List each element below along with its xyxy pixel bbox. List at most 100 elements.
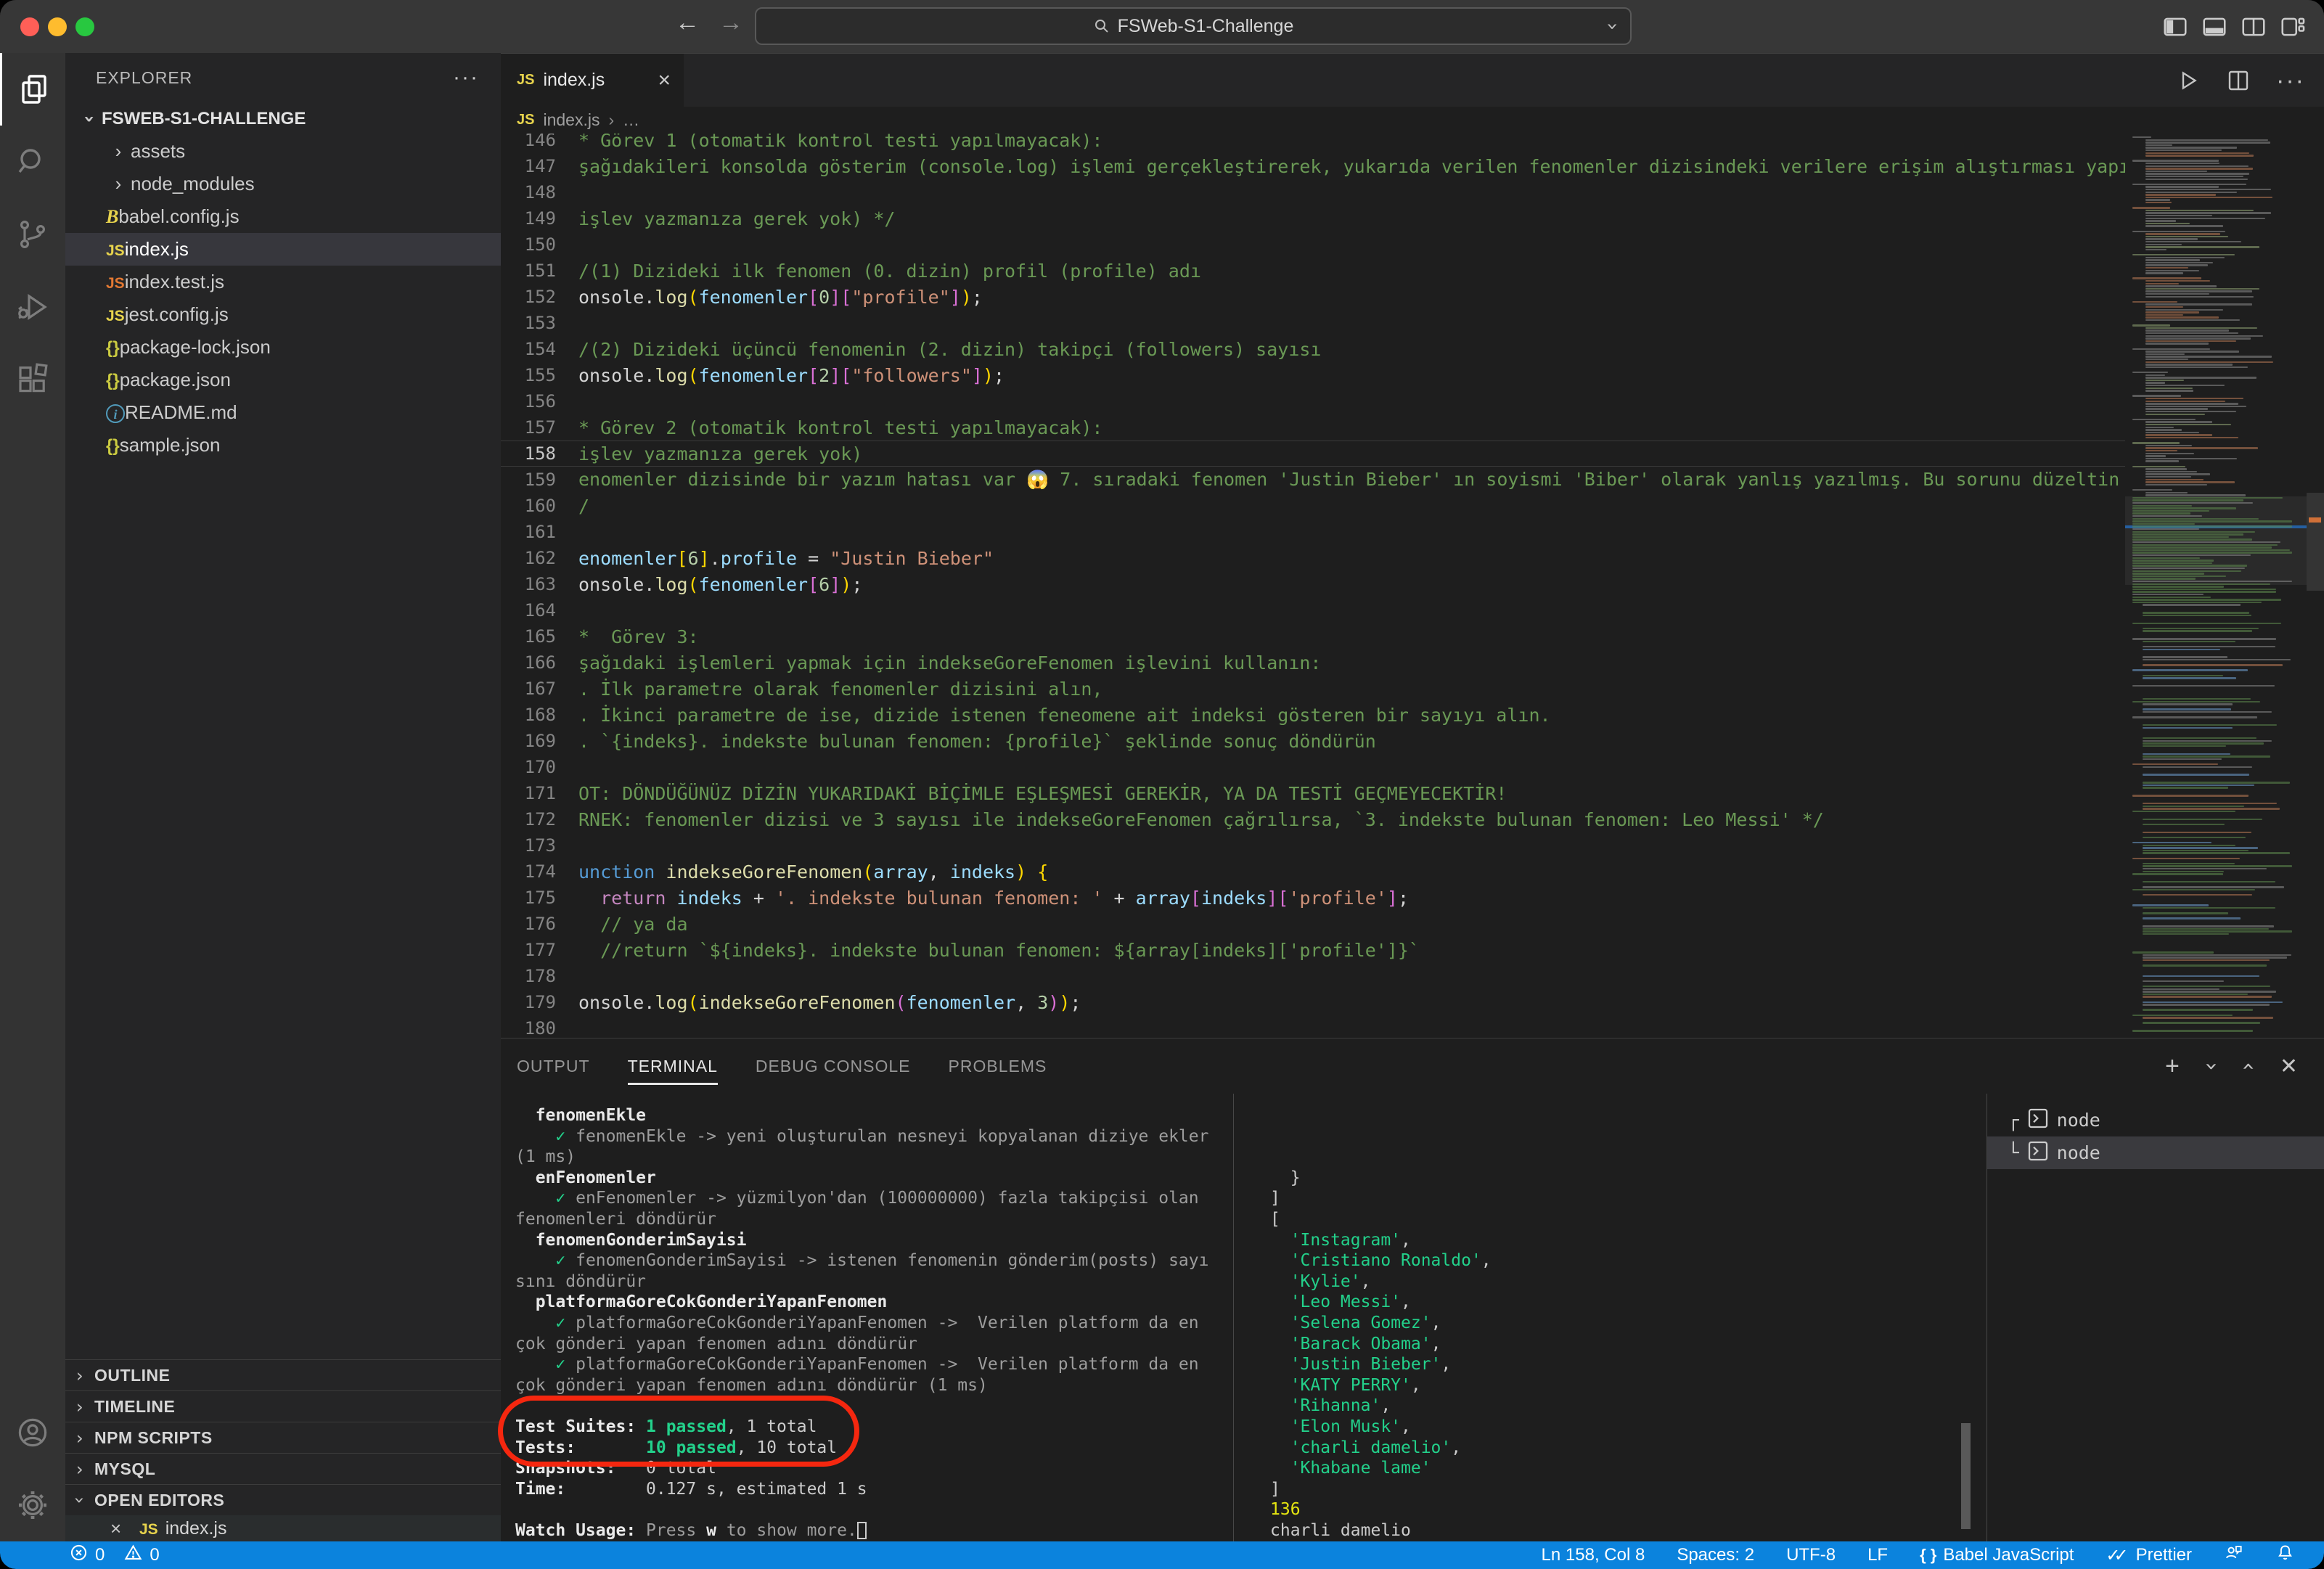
code-line-170: 170 <box>501 754 2125 780</box>
customize-layout-icon[interactable] <box>2279 13 2307 41</box>
tree-item-sample.json[interactable]: {}sample.json <box>65 429 501 462</box>
tree-item-package-lock.json[interactable]: {}package-lock.json <box>65 331 501 364</box>
panel-tab-problems[interactable]: PROBLEMS <box>949 1039 1047 1094</box>
toggle-sidebar-icon[interactable] <box>2161 13 2189 41</box>
activity-search-icon[interactable] <box>0 126 65 198</box>
section-timeline[interactable]: ›TIMELINE <box>65 1390 501 1422</box>
status-formatter[interactable]: ✓✓Prettier <box>2106 1545 2192 1566</box>
status-notifications[interactable] <box>2275 1543 2295 1568</box>
terminal-line: 'Selena Gomez', <box>1270 1313 1987 1334</box>
breadcrumb[interactable]: JS index.js › … <box>501 107 2324 134</box>
json-file-icon: {} <box>106 336 120 359</box>
js-file-icon: JS <box>106 303 125 326</box>
terminal-line: 'Kylie', <box>1270 1271 1987 1293</box>
line-number: 158 <box>501 443 556 464</box>
tree-item-babel.config.js[interactable]: Bbabel.config.js <box>65 200 501 233</box>
terminal-instance-node[interactable]: └node <box>1987 1136 2324 1169</box>
activity-run-debug-icon[interactable] <box>0 271 65 343</box>
line-number: 166 <box>501 652 556 673</box>
activity-source-control-icon[interactable] <box>0 198 65 271</box>
back-arrow-icon[interactable]: ← <box>675 9 700 37</box>
status-eol[interactable]: LF <box>1867 1545 1888 1565</box>
split-editor-icon[interactable] <box>2225 67 2251 94</box>
close-editor-icon[interactable]: × <box>110 1517 132 1540</box>
activity-extensions-icon[interactable] <box>0 343 65 416</box>
terminal-line: 136 <box>1270 1499 1987 1520</box>
chevron-right-icon: › <box>106 140 131 163</box>
status-encoding[interactable]: UTF-8 <box>1786 1545 1836 1565</box>
code-line-154: 154/(2) Dizideki üçüncü fenomenin (2. di… <box>501 336 2125 362</box>
terminal-line: fenomenGonderimSayisi <box>515 1230 1233 1251</box>
explorer-sidebar: EXPLORER ··· ›FSWEB-S1-CHALLENGE›assets›… <box>65 53 501 1541</box>
terminal-dropdown-icon[interactable]: › <box>2198 1062 2224 1070</box>
tree-item-assets[interactable]: ›assets <box>65 135 501 168</box>
minimap[interactable] <box>2125 134 2307 1038</box>
zoom-window-button[interactable] <box>75 17 94 36</box>
info-file-icon: i <box>106 401 125 424</box>
line-number: 147 <box>501 156 556 176</box>
toggle-panel-icon[interactable] <box>2201 13 2228 41</box>
search-value: FSWeb-S1-Challenge <box>1118 16 1294 37</box>
line-number: 170 <box>501 757 556 777</box>
panel-tab-output[interactable]: OUTPUT <box>517 1039 590 1094</box>
code-line-174: 174unction indekseGoreFenomen(array, ind… <box>501 859 2125 885</box>
overview-ruler[interactable] <box>2307 134 2324 1038</box>
tree-item-node_modules[interactable]: ›node_modules <box>65 168 501 200</box>
terminal-instance-node[interactable]: ┌node <box>1987 1104 2324 1136</box>
tree-item-README.md[interactable]: iREADME.md <box>65 396 501 429</box>
terminal-scrollbar[interactable] <box>1961 1423 1971 1529</box>
code-line-167: 167. İlk parametre olarak fenomenler diz… <box>501 676 2125 702</box>
panel-tab-terminal[interactable]: TERMINAL <box>628 1039 718 1094</box>
new-terminal-icon[interactable]: + <box>2165 1052 2180 1081</box>
terminal-line <box>515 1499 1233 1520</box>
status-language-mode[interactable]: { }Babel JavaScript <box>1920 1545 2074 1565</box>
close-tab-icon[interactable]: × <box>658 68 671 93</box>
status-feedback[interactable] <box>2224 1543 2243 1568</box>
terminal-output-left[interactable]: fenomenEkle ✓ fenomenEkle -> yeni oluştu… <box>501 1094 1234 1541</box>
tree-item-package.json[interactable]: {}package.json <box>65 364 501 396</box>
line-number: 171 <box>501 783 556 803</box>
terminal-line: 'Khabane lame' <box>1270 1458 1987 1479</box>
status-indentation[interactable]: Spaces: 2 <box>1677 1545 1754 1565</box>
terminal-output-right[interactable]: }][ 'Instagram', 'Cristiano Ronaldo', 'K… <box>1234 1094 1987 1541</box>
command-center-search[interactable]: FSWeb-S1-Challenge › <box>755 7 1632 45</box>
code-line-162: 162enomenler[6].profile = "Justin Bieber… <box>501 545 2125 571</box>
editor-more-actions-icon[interactable]: ··· <box>2276 67 2305 95</box>
panel-tab-debug-console[interactable]: DEBUG CONSOLE <box>756 1039 911 1094</box>
terminal-line: Tests: 10 passed, 10 total <box>515 1438 1233 1459</box>
explorer-more-actions-icon[interactable]: ··· <box>453 65 479 90</box>
chevron-down-icon[interactable]: › <box>1601 22 1625 30</box>
double-check-icon: ✓✓ <box>2106 1545 2129 1566</box>
status-cursor-position[interactable]: Ln 158, Col 8 <box>1542 1545 1645 1565</box>
code-line-146: 146* Görev 1 (otomatik kontrol testi yap… <box>501 134 2125 153</box>
forward-arrow-icon[interactable]: → <box>719 9 743 37</box>
maximize-panel-icon[interactable]: › <box>2235 1062 2260 1070</box>
minimize-window-button[interactable] <box>48 17 67 36</box>
status-errors[interactable]: 0 <box>69 1543 105 1568</box>
code-line-165: 165* Görev 3: <box>501 623 2125 650</box>
code-line-161: 161 <box>501 519 2125 545</box>
activity-explorer-icon[interactable] <box>0 53 65 126</box>
line-number: 169 <box>501 731 556 751</box>
section-outline[interactable]: ›OUTLINE <box>65 1359 501 1390</box>
section-npm-scripts[interactable]: ›NPM SCRIPTS <box>65 1422 501 1453</box>
status-warnings[interactable]: 0 <box>123 1543 159 1568</box>
open-editor-index.js[interactable]: ×JSindex.js <box>65 1515 501 1541</box>
section-mysql[interactable]: ›MYSQL <box>65 1453 501 1484</box>
tab-index-js[interactable]: JS index.js × <box>501 54 684 107</box>
code-line-149: 149işlev yazmanıza gerek yok) */ <box>501 205 2125 232</box>
activity-accounts-icon[interactable] <box>0 1396 65 1469</box>
tree-item-index.test.js[interactable]: JSindex.test.js <box>65 266 501 298</box>
activity-settings-icon[interactable] <box>0 1469 65 1541</box>
close-window-button[interactable] <box>20 17 39 36</box>
split-editor-layout-icon[interactable] <box>2240 13 2267 41</box>
code-editor[interactable]: 146* Görev 1 (otomatik kontrol testi yap… <box>501 134 2324 1038</box>
close-panel-icon[interactable]: ✕ <box>2280 1054 2298 1079</box>
tree-root-folder[interactable]: ›FSWEB-S1-CHALLENGE <box>65 102 501 135</box>
tree-item-jest.config.js[interactable]: JSjest.config.js <box>65 298 501 331</box>
run-file-icon[interactable] <box>2174 67 2201 94</box>
section-open-editors[interactable]: ›OPEN EDITORS <box>65 1484 501 1515</box>
line-number: 157 <box>501 417 556 438</box>
tree-item-index.js[interactable]: JSindex.js <box>65 233 501 266</box>
line-number: 179 <box>501 992 556 1012</box>
